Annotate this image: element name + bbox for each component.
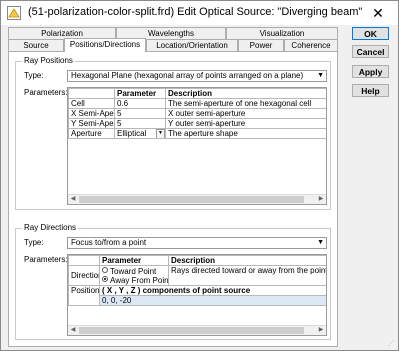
scroll-right-icon[interactable]: ▶ <box>316 326 326 335</box>
window-title: (51-polarization-color-split.frd) Edit O… <box>28 6 363 18</box>
row-name: Direction <box>68 265 100 286</box>
row-description: Y outer semi-aperture <box>165 118 326 129</box>
app-icon <box>7 6 21 20</box>
directions-type-value: Focus to/from a point <box>71 238 147 247</box>
scrollbar-thumb[interactable] <box>79 196 304 203</box>
row-description: X outer semi-aperture <box>165 108 326 119</box>
row-description: The semi-aperture of one hexagonal cell <box>165 98 326 109</box>
row-description: Rays directed toward or away from the po… <box>168 265 326 286</box>
radio-label: Toward Point <box>110 266 157 276</box>
dialog-window: (51-polarization-color-split.frd) Edit O… <box>0 0 399 351</box>
direction-radio-group: Toward Point Away From Point <box>99 265 169 286</box>
row-name: Y Semi-Ape <box>68 118 115 129</box>
ray-positions-group: Ray Positions Type: Hexagonal Plane (hex… <box>15 56 331 210</box>
radio-selected-icon <box>102 276 108 283</box>
radio-away-from-point[interactable]: Away From Point <box>102 275 169 285</box>
table-row: X Semi-Ape 5 X outer semi-aperture <box>68 108 326 119</box>
chevron-down-icon[interactable]: ▼ <box>156 129 165 138</box>
chevron-down-icon: ▼ <box>317 239 324 246</box>
positions-parameters-label: Parameters: <box>24 88 68 97</box>
tab-positions-directions[interactable]: Positions/Directions <box>64 38 146 52</box>
ray-positions-legend: Ray Positions <box>22 56 75 65</box>
tab-source[interactable]: Source <box>8 39 64 51</box>
y-semi-aperture-input[interactable]: 5 <box>114 118 166 129</box>
scroll-right-icon[interactable]: ▶ <box>316 195 326 204</box>
header-parameter: Parameter <box>99 255 169 266</box>
title-bar: (51-polarization-color-split.frd) Edit O… <box>1 1 398 25</box>
directions-horizontal-scrollbar[interactable]: ◀ ▶ <box>68 325 326 335</box>
table-row: Cell 0.6 The semi-aperture of one hexago… <box>68 98 326 109</box>
positions-type-select[interactable]: Hexagonal Plane (hexagonal array of poin… <box>67 70 327 82</box>
tab-panel-positions-directions: Ray Positions Type: Hexagonal Plane (hex… <box>8 51 338 347</box>
table-row: Y Semi-Ape 5 Y outer semi-aperture <box>68 118 326 129</box>
table-row: Aperture Elliptical ▼ The aperture shape <box>68 128 326 139</box>
radio-label: Away From Point <box>110 275 169 285</box>
cancel-button[interactable]: Cancel <box>352 45 389 58</box>
tab-coherence[interactable]: Coherence <box>284 39 338 51</box>
row-name: Cell <box>68 98 115 109</box>
row-description: The aperture shape <box>165 128 326 139</box>
help-button[interactable]: Help <box>352 84 389 97</box>
grid-corner <box>68 255 100 266</box>
header-parameter: Parameter <box>114 88 166 99</box>
table-row: Position ( X , Y , Z ) components of poi… <box>68 285 326 306</box>
directions-type-select[interactable]: Focus to/from a point ▼ <box>67 237 327 249</box>
resize-grip-icon[interactable]: ⋰ <box>388 340 396 348</box>
aperture-value: Elliptical <box>117 129 147 138</box>
radio-icon <box>102 267 108 274</box>
position-heading: ( X , Y , Z ) components of point source <box>99 285 326 296</box>
positions-type-label: Type: <box>24 71 44 80</box>
cell-size-input[interactable]: 0.6 <box>114 98 166 109</box>
directions-type-label: Type: <box>24 238 44 247</box>
positions-type-value: Hexagonal Plane (hexagonal array of poin… <box>71 71 304 80</box>
position-input[interactable]: 0, 0, -20 <box>99 295 326 306</box>
directions-param-grid: Parameter Description Direction Toward P… <box>67 254 327 336</box>
directions-parameters-label: Parameters: <box>24 255 68 264</box>
scrollbar-thumb[interactable] <box>79 327 304 334</box>
row-name: Aperture <box>68 128 115 139</box>
ok-button[interactable]: OK <box>352 27 389 40</box>
row-name: X Semi-Ape <box>68 108 115 119</box>
tab-control: Polarization Wavelengths Visualization S… <box>8 27 338 347</box>
grid-corner <box>68 88 115 99</box>
chevron-down-icon: ▼ <box>317 72 324 79</box>
close-icon[interactable]: ✕ <box>358 1 398 25</box>
row-name: Position <box>68 285 100 306</box>
scroll-left-icon[interactable]: ◀ <box>68 195 78 204</box>
ray-directions-group: Ray Directions Type: Focus to/from a poi… <box>15 223 331 340</box>
aperture-select[interactable]: Elliptical ▼ <box>114 128 166 139</box>
positions-horizontal-scrollbar[interactable]: ◀ ▶ <box>68 194 326 204</box>
header-description: Description <box>165 88 326 99</box>
positions-param-grid: Parameter Description Cell 0.6 The semi-… <box>67 87 327 205</box>
radio-toward-point[interactable]: Toward Point <box>102 267 166 276</box>
ray-directions-legend: Ray Directions <box>22 223 79 232</box>
apply-button[interactable]: Apply <box>352 65 389 78</box>
scroll-left-icon[interactable]: ◀ <box>68 326 78 335</box>
table-row: 0, 0, -20 <box>69 295 326 306</box>
table-row: Direction Toward Point Away From Point R… <box>68 265 326 286</box>
tab-power[interactable]: Power <box>238 39 284 51</box>
tab-visualization[interactable]: Visualization <box>226 27 338 39</box>
header-description: Description <box>168 255 326 266</box>
tab-location-orientation[interactable]: Location/Orientation <box>146 39 238 51</box>
x-semi-aperture-input[interactable]: 5 <box>114 108 166 119</box>
